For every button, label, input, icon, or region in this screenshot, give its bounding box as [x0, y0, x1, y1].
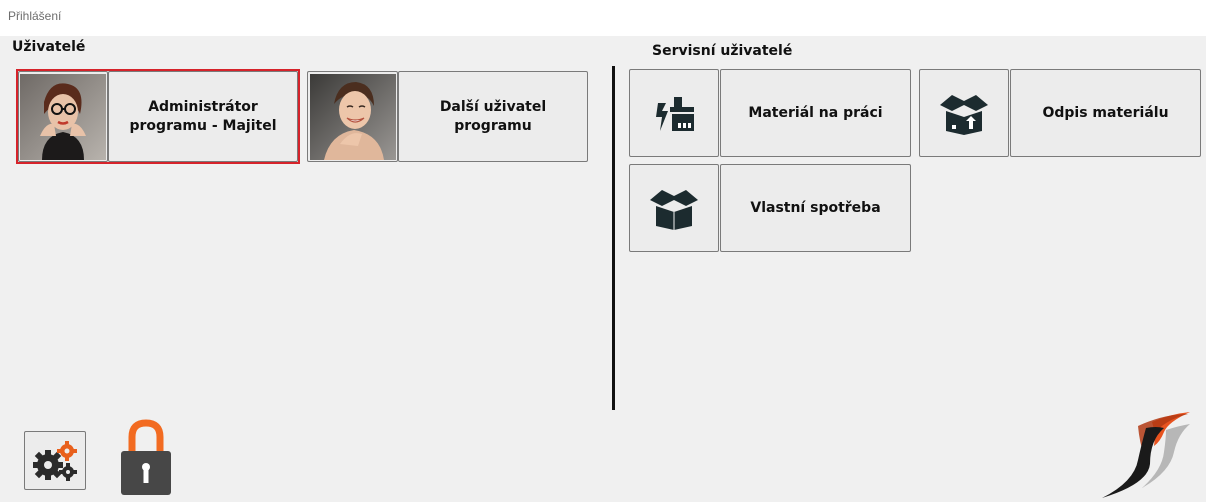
- box-write-off-icon: [940, 95, 988, 135]
- gears-icon: [33, 440, 77, 481]
- user-button-other[interactable]: Další uživatel programu: [398, 71, 588, 162]
- settings-button[interactable]: [24, 431, 86, 490]
- material-to-work-icon: [656, 97, 694, 131]
- service-label-write-off: Odpis materiálu: [1042, 104, 1169, 121]
- service-button-own-consumption[interactable]: Vlastní spotřeba: [720, 164, 911, 252]
- swirl-logo-mark: [1102, 412, 1190, 498]
- swirl-logo: [1094, 408, 1198, 500]
- users-section-title: Uživatelé: [12, 39, 86, 55]
- title-bar: Přihlášení: [0, 0, 1206, 36]
- user-button-admin[interactable]: Administrátor programu - Majitel: [108, 71, 298, 162]
- smiling-woman-avatar: [309, 73, 396, 160]
- service-label-own-consumption: Vlastní spotřeba: [750, 199, 881, 216]
- service-button-material-to-work[interactable]: Materiál na práci: [720, 69, 911, 157]
- woman-with-glasses-avatar: [20, 73, 106, 160]
- user-label-admin: Administrátor programu - Majitel: [129, 98, 277, 134]
- lock-button[interactable]: [118, 419, 174, 497]
- user-avatar-button-admin[interactable]: [18, 71, 108, 162]
- user-label-other: Další uživatel programu: [439, 98, 547, 134]
- service-label-material-to-work: Materiál na práci: [748, 104, 883, 121]
- box-write-off-icon-button[interactable]: [919, 69, 1009, 157]
- section-divider: [612, 66, 615, 410]
- service-section-title: Servisní uživatelé: [652, 43, 793, 59]
- window-title: Přihlášení: [8, 9, 62, 23]
- material-to-work-icon-button[interactable]: [629, 69, 719, 157]
- open-box-icon: [650, 190, 698, 230]
- user-avatar-button-other[interactable]: [307, 71, 398, 162]
- lock-icon: [121, 419, 171, 495]
- open-box-icon-button[interactable]: [629, 164, 719, 252]
- service-button-write-off[interactable]: Odpis materiálu: [1010, 69, 1201, 157]
